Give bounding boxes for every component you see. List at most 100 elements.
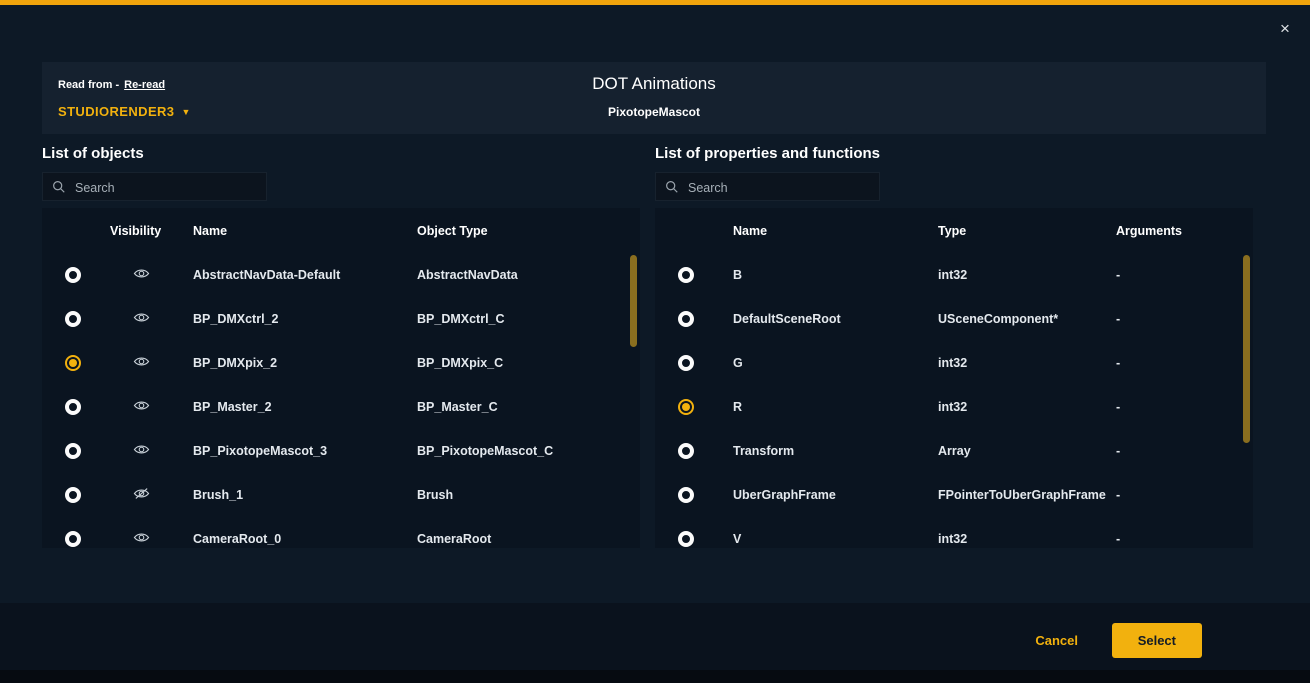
dialog-title: DOT Animations <box>42 74 1266 94</box>
column-header-arguments: Arguments <box>1116 224 1253 238</box>
row-select-radio[interactable] <box>65 399 81 415</box>
table-row[interactable]: BP_DMXpix_2BP_DMXpix_C <box>42 341 640 385</box>
object-name: CameraRoot_0 <box>193 532 417 546</box>
table-row[interactable]: UberGraphFrameFPointerToUberGraphFrame- <box>655 473 1253 517</box>
objects-scrollbar-thumb[interactable] <box>630 255 637 347</box>
visibility-eye-icon[interactable] <box>133 311 150 327</box>
table-row[interactable]: BP_DMXctrl_2BP_DMXctrl_C <box>42 297 640 341</box>
object-type: Brush <box>417 488 640 502</box>
dialog-header: Read from -Re-read STUDIORENDER3▼ DOT An… <box>42 62 1266 134</box>
row-select-radio[interactable] <box>678 355 694 371</box>
dialog-title-wrap: DOT Animations PixotopeMascot <box>42 74 1266 119</box>
table-row[interactable]: BP_Master_2BP_Master_C <box>42 385 640 429</box>
object-type: AbstractNavData <box>417 268 640 282</box>
table-row[interactable]: AbstractNavData-DefaultAbstractNavData <box>42 253 640 297</box>
objects-search-input[interactable] <box>73 173 262 202</box>
property-name: V <box>733 532 938 546</box>
property-type: int32 <box>938 268 1116 282</box>
object-type: BP_Master_C <box>417 400 640 414</box>
objects-table: Visibility Name Object Type AbstractNavD… <box>42 208 640 548</box>
property-name: DefaultSceneRoot <box>733 312 938 326</box>
property-arguments: - <box>1116 268 1253 282</box>
property-name: B <box>733 268 938 282</box>
visibility-eye-icon[interactable] <box>133 531 150 547</box>
row-select-radio[interactable] <box>65 311 81 327</box>
row-select-radio[interactable] <box>65 443 81 459</box>
property-arguments: - <box>1116 488 1253 502</box>
object-name: BP_PixotopeMascot_3 <box>193 444 417 458</box>
property-type: FPointerToUberGraphFrame <box>938 488 1116 502</box>
table-row[interactable]: Bint32- <box>655 253 1253 297</box>
objects-search-box <box>42 172 267 201</box>
visibility-eye-icon[interactable] <box>133 443 150 459</box>
property-arguments: - <box>1116 444 1253 458</box>
objects-table-header: Visibility Name Object Type <box>42 208 640 253</box>
row-select-radio[interactable] <box>678 267 694 283</box>
visibility-eye-icon[interactable] <box>133 355 150 371</box>
object-name: Brush_1 <box>193 488 417 502</box>
row-select-radio[interactable] <box>678 311 694 327</box>
object-name: BP_DMXpix_2 <box>193 356 417 370</box>
properties-panel-title: List of properties and functions <box>655 145 880 162</box>
search-icon <box>52 180 66 199</box>
table-row[interactable]: Rint32- <box>655 385 1253 429</box>
property-arguments: - <box>1116 532 1253 546</box>
visibility-eye-icon[interactable] <box>133 267 150 283</box>
close-icon[interactable]: × <box>1274 18 1296 40</box>
properties-search-box <box>655 172 880 201</box>
properties-table-header: Name Type Arguments <box>655 208 1253 253</box>
table-row[interactable]: CameraRoot_0CameraRoot <box>42 517 640 548</box>
row-select-radio[interactable] <box>678 443 694 459</box>
property-type: int32 <box>938 532 1116 546</box>
table-row[interactable]: BP_PixotopeMascot_3BP_PixotopeMascot_C <box>42 429 640 473</box>
search-icon <box>665 180 679 199</box>
property-type: Array <box>938 444 1116 458</box>
dialog-subtitle: PixotopeMascot <box>42 105 1266 119</box>
property-type: int32 <box>938 356 1116 370</box>
table-row[interactable]: Brush_1Brush <box>42 473 640 517</box>
objects-table-body: AbstractNavData-DefaultAbstractNavDataBP… <box>42 253 640 548</box>
object-name: BP_DMXctrl_2 <box>193 312 417 326</box>
column-header-type: Type <box>938 224 1116 238</box>
properties-search-input[interactable] <box>686 173 875 202</box>
row-select-radio[interactable] <box>65 355 81 371</box>
property-arguments: - <box>1116 356 1253 370</box>
property-arguments: - <box>1116 312 1253 326</box>
property-type: int32 <box>938 400 1116 414</box>
object-name: BP_Master_2 <box>193 400 417 414</box>
column-header-visibility: Visibility <box>110 224 193 238</box>
table-row[interactable]: TransformArray- <box>655 429 1253 473</box>
column-header-object-type: Object Type <box>417 224 640 238</box>
object-type: CameraRoot <box>417 532 640 546</box>
property-name: Transform <box>733 444 938 458</box>
row-select-radio[interactable] <box>678 487 694 503</box>
column-header-name: Name <box>733 224 938 238</box>
object-name: AbstractNavData-Default <box>193 268 417 282</box>
property-name: UberGraphFrame <box>733 488 938 502</box>
cancel-button[interactable]: Cancel <box>1029 632 1084 649</box>
row-select-radio[interactable] <box>678 531 694 547</box>
table-row[interactable]: Gint32- <box>655 341 1253 385</box>
table-row[interactable]: DefaultSceneRootUSceneComponent*- <box>655 297 1253 341</box>
window-bottom-edge <box>0 670 1310 683</box>
object-type: BP_DMXctrl_C <box>417 312 640 326</box>
row-select-radio[interactable] <box>678 399 694 415</box>
property-name: G <box>733 356 938 370</box>
table-row[interactable]: Vint32- <box>655 517 1253 548</box>
window-accent-bar <box>0 0 1310 5</box>
row-select-radio[interactable] <box>65 267 81 283</box>
column-header-name: Name <box>193 224 417 238</box>
select-button[interactable]: Select <box>1112 623 1202 658</box>
objects-panel-title: List of objects <box>42 145 144 162</box>
visibility-eye-off-icon[interactable] <box>133 487 150 503</box>
properties-scrollbar-thumb[interactable] <box>1243 255 1250 443</box>
properties-table: Name Type Arguments Bint32-DefaultSceneR… <box>655 208 1253 548</box>
property-name: R <box>733 400 938 414</box>
property-type: USceneComponent* <box>938 312 1116 326</box>
row-select-radio[interactable] <box>65 487 81 503</box>
property-arguments: - <box>1116 400 1253 414</box>
object-type: BP_PixotopeMascot_C <box>417 444 640 458</box>
object-type: BP_DMXpix_C <box>417 356 640 370</box>
row-select-radio[interactable] <box>65 531 81 547</box>
visibility-eye-icon[interactable] <box>133 399 150 415</box>
